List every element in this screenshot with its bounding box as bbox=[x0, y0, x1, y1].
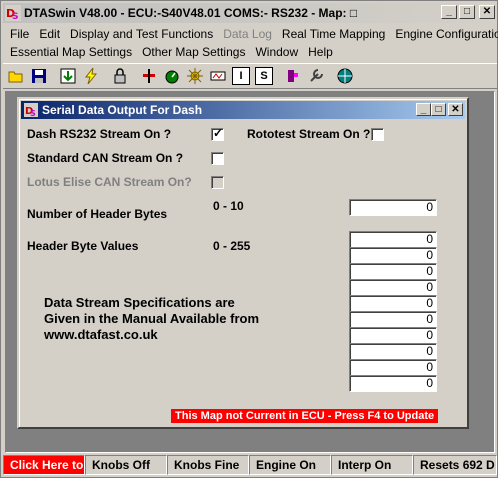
lock-icon bbox=[114, 68, 126, 84]
s-icon: S bbox=[255, 67, 273, 85]
rototest-checkbox[interactable] bbox=[371, 128, 384, 141]
resets-panel: Resets 692 D bbox=[413, 455, 497, 475]
checkmark-icon: ✓ bbox=[213, 126, 224, 140]
lock-button[interactable] bbox=[109, 65, 131, 87]
menu-other-map-settings[interactable]: Other Map Settings bbox=[137, 43, 250, 61]
menu-real-time-mapping[interactable]: Real Time Mapping bbox=[277, 25, 390, 43]
puzzle-button[interactable] bbox=[282, 65, 304, 87]
click-here-panel[interactable]: Click Here to bbox=[3, 455, 85, 475]
maximize-button[interactable]: □ bbox=[459, 5, 475, 19]
lotus-can-label: Lotus Elise CAN Stream On? bbox=[27, 175, 192, 189]
lightning-icon bbox=[84, 68, 98, 84]
sparkle-icon bbox=[187, 68, 203, 84]
header-values-range: 0 - 255 bbox=[213, 239, 251, 253]
serial-data-dialog: DS Serial Data Output For Dash _ □ ✕ Das… bbox=[17, 97, 469, 429]
menu-display-test[interactable]: Display and Test Functions bbox=[65, 25, 218, 43]
header-byte-field-7[interactable]: 0 bbox=[349, 327, 437, 344]
header-byte-field-8[interactable]: 0 bbox=[349, 343, 437, 360]
header-byte-field-5[interactable]: 0 bbox=[349, 295, 437, 312]
tacho-icon bbox=[165, 70, 179, 84]
standard-can-checkbox[interactable] bbox=[211, 152, 224, 165]
download-icon bbox=[60, 68, 76, 84]
lotus-can-checkbox bbox=[211, 176, 224, 189]
menu-help[interactable]: Help bbox=[303, 43, 338, 61]
num-header-range: 0 - 10 bbox=[213, 199, 244, 213]
mdi-client-area: DS Serial Data Output For Dash _ □ ✕ Das… bbox=[5, 91, 495, 453]
dash-rs232-checkbox[interactable]: ✓ bbox=[211, 126, 224, 141]
menu-data-log[interactable]: Data Log bbox=[218, 25, 277, 43]
sparkle-button[interactable] bbox=[184, 65, 206, 87]
header-byte-values-label: Header Byte Values bbox=[27, 239, 139, 253]
svg-text:S: S bbox=[30, 109, 36, 117]
menu-bar: File Edit Display and Test Functions Dat… bbox=[5, 25, 498, 43]
dta-logo-icon: DS bbox=[24, 103, 38, 118]
spec-info-line-3: www.dtafast.co.uk bbox=[44, 327, 158, 342]
dialog-maximize-button[interactable]: □ bbox=[431, 103, 446, 116]
wrench-button[interactable] bbox=[305, 65, 327, 87]
knobs-fine-panel[interactable]: Knobs Fine bbox=[167, 455, 249, 475]
dialog-minimize-button[interactable]: _ bbox=[416, 103, 431, 116]
globe-button[interactable] bbox=[334, 65, 356, 87]
download-button[interactable] bbox=[57, 65, 79, 87]
header-byte-field-3[interactable]: 0 bbox=[349, 263, 437, 280]
s-button[interactable]: S bbox=[253, 65, 275, 87]
menu-bar-row2: Essential Map Settings Other Map Setting… bbox=[5, 43, 495, 61]
map-icon bbox=[143, 69, 155, 83]
menu-window[interactable]: Window bbox=[250, 43, 303, 61]
dialog-close-button[interactable]: ✕ bbox=[448, 103, 463, 116]
tacho-button[interactable] bbox=[161, 65, 183, 87]
menu-edit[interactable]: Edit bbox=[34, 25, 65, 43]
map-not-current-warning: This Map not Current in ECU - Press F4 t… bbox=[171, 409, 439, 423]
header-byte-field-6[interactable]: 0 bbox=[349, 311, 437, 328]
save-button[interactable] bbox=[28, 65, 50, 87]
header-byte-field-2[interactable]: 0 bbox=[349, 247, 437, 264]
toolbar: I S bbox=[3, 63, 497, 89]
dta-logo-icon: DS bbox=[5, 5, 21, 22]
interp-on-panel[interactable]: Interp On bbox=[331, 455, 413, 475]
app-title: DTASwin V48.00 - ECU:-S40V48.01 COMS:- R… bbox=[24, 6, 358, 20]
spec-info-line-1: Data Stream Specifications are bbox=[44, 295, 235, 310]
num-header-bytes-label: Number of Header Bytes bbox=[27, 207, 168, 221]
menu-file[interactable]: File bbox=[5, 25, 34, 43]
rototest-label: Rototest Stream On ? bbox=[247, 127, 371, 141]
num-header-bytes-field[interactable]: 0 bbox=[349, 199, 437, 216]
knobs-off-panel[interactable]: Knobs Off bbox=[85, 455, 167, 475]
dialog-title-bar: DS Serial Data Output For Dash _ □ ✕ bbox=[21, 101, 465, 119]
dialog-title: Serial Data Output For Dash bbox=[42, 103, 203, 117]
minimize-button[interactable]: _ bbox=[441, 5, 457, 19]
save-icon bbox=[32, 69, 46, 83]
engine-on-panel[interactable]: Engine On bbox=[249, 455, 331, 475]
i-icon: I bbox=[232, 67, 250, 85]
puzzle-icon bbox=[288, 70, 298, 82]
header-byte-field-4[interactable]: 0 bbox=[349, 279, 437, 296]
menu-essential-map-settings[interactable]: Essential Map Settings bbox=[5, 43, 137, 61]
globe-icon bbox=[337, 68, 353, 84]
ignition-button[interactable] bbox=[207, 65, 229, 87]
header-byte-field-9[interactable]: 0 bbox=[349, 359, 437, 376]
open-icon bbox=[8, 71, 23, 83]
title-bar: DS DTASwin V48.00 - ECU:-S40V48.01 COMS:… bbox=[3, 3, 497, 23]
header-byte-field-10[interactable]: 0 bbox=[349, 375, 437, 392]
menu-engine-configuration[interactable]: Engine Configuration bbox=[390, 25, 498, 43]
standard-can-label: Standard CAN Stream On ? bbox=[27, 151, 184, 165]
header-byte-field-1[interactable]: 0 bbox=[349, 231, 437, 248]
i-button[interactable]: I bbox=[230, 65, 252, 87]
ignition-icon bbox=[210, 71, 226, 81]
map-button[interactable] bbox=[138, 65, 160, 87]
status-bar: Click Here to Knobs Off Knobs Fine Engin… bbox=[3, 455, 497, 475]
lightning-button[interactable] bbox=[80, 65, 102, 87]
spec-info-line-2: Given in the Manual Available from bbox=[44, 311, 260, 326]
close-button[interactable]: ✕ bbox=[479, 5, 495, 19]
dash-rs232-label: Dash RS232 Stream On ? bbox=[27, 127, 172, 141]
wrench-icon bbox=[310, 69, 323, 82]
svg-text:S: S bbox=[12, 12, 18, 21]
app-window: DS DTASwin V48.00 - ECU:-S40V48.01 COMS:… bbox=[0, 0, 498, 478]
spec-info-text: Data Stream Specifications are Given in … bbox=[44, 295, 259, 343]
open-button[interactable] bbox=[5, 65, 27, 87]
